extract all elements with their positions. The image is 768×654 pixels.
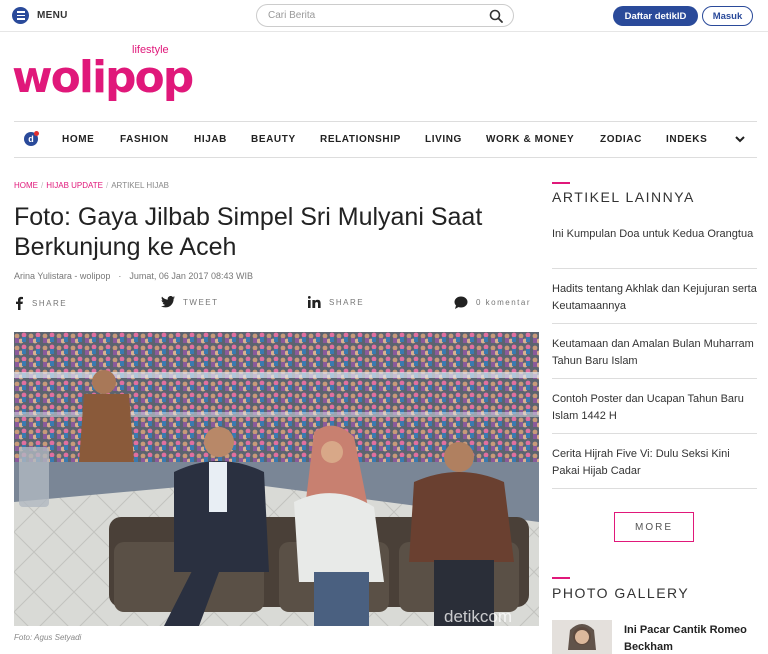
list-item[interactable]: Contoh Poster dan Ucapan Tahun Baru Isla… <box>552 379 757 434</box>
article-photo[interactable]: detikcom <box>14 332 539 626</box>
register-button[interactable]: Daftar detikID <box>613 6 698 26</box>
nav-item-zodiac[interactable]: ZODIAC <box>600 134 642 145</box>
other-articles-heading: ARTIKEL LAINNYA <box>552 189 695 205</box>
twitter-share-button[interactable]: TWEET <box>161 296 219 308</box>
menu-button[interactable]: MENU <box>12 7 68 24</box>
nav-item-hijab[interactable]: HIJAB <box>194 134 227 145</box>
nav-item-indeks[interactable]: INDEKS <box>666 134 707 145</box>
section-accent <box>552 577 570 579</box>
photo-watermark: detikcom <box>444 607 512 626</box>
facebook-icon <box>16 296 23 310</box>
twitter-icon <box>161 296 175 308</box>
login-button[interactable]: Masuk <box>702 6 753 26</box>
breadcrumb-hijab-update[interactable]: HIJAB UPDATE <box>46 181 103 190</box>
menu-label: MENU <box>37 10 68 21</box>
article-author[interactable]: Arina Yulistara - wolipop <box>14 271 110 281</box>
list-item[interactable]: Keutamaan dan Amalan Bulan Muharram Tahu… <box>552 324 757 379</box>
share-bar: SHARE TWEET SHARE 0 komentar <box>14 296 539 312</box>
comment-icon <box>454 296 468 309</box>
chevron-down-icon[interactable] <box>734 133 746 145</box>
nav-item-work-money[interactable]: WORK & MONEY <box>486 134 574 145</box>
list-item[interactable]: Cerita Hijrah Five Vi: Dulu Seksi Kini P… <box>552 434 757 489</box>
list-item[interactable]: Ini Kumpulan Doa untuk Kedua Orangtua <box>552 214 757 269</box>
nav-item-living[interactable]: LIVING <box>425 134 462 145</box>
comments-button[interactable]: 0 komentar <box>454 296 531 309</box>
breadcrumb-artikel-hijab[interactable]: ARTIKEL HIJAB <box>111 181 169 190</box>
detik-logo-icon[interactable]: d <box>24 131 39 146</box>
linkedin-share-label: SHARE <box>329 297 365 307</box>
main-nav: d HOME FASHION HIJAB BEAUTY RELATIONSHIP… <box>14 121 757 158</box>
nav-item-beauty[interactable]: BEAUTY <box>251 134 296 145</box>
section-accent <box>552 182 570 184</box>
twitter-share-label: TWEET <box>183 297 219 307</box>
search-placeholder: Cari Berita <box>268 10 316 21</box>
article-title: Foto: Gaya Jilbab Simpel Sri Mulyani Saa… <box>14 203 483 261</box>
facebook-share-label: SHARE <box>32 298 68 308</box>
more-button[interactable]: MORE <box>614 512 694 542</box>
search-input[interactable]: Cari Berita <box>256 4 514 27</box>
photo-caption: Foto: Agus Setyadi <box>14 633 82 642</box>
gallery-item-title[interactable]: Ini Pacar Cantik Romeo Beckham <box>624 622 754 654</box>
nav-item-relationship[interactable]: RELATIONSHIP <box>320 134 401 145</box>
photo-gallery-heading: PHOTO GALLERY <box>552 585 690 601</box>
comments-count: 0 komentar <box>476 298 532 307</box>
linkedin-share-button[interactable]: SHARE <box>308 296 364 308</box>
hamburger-icon <box>12 7 29 24</box>
logo-wordmark: wolipop <box>12 52 194 103</box>
gallery-thumbnail[interactable] <box>552 620 612 654</box>
search-icon[interactable] <box>489 9 503 23</box>
nav-item-home[interactable]: HOME <box>62 134 94 145</box>
facebook-share-button[interactable]: SHARE <box>14 296 67 310</box>
other-articles-list: Ini Kumpulan Doa untuk Kedua Orangtua Ha… <box>552 214 757 489</box>
list-item[interactable]: Hadits tentang Akhlak dan Kejujuran sert… <box>552 269 757 324</box>
wolipop-logo[interactable]: wolipop lifestyle <box>12 44 202 104</box>
article-date: Jumat, 06 Jan 2017 08:43 WIB <box>129 271 253 281</box>
top-bar: MENU Cari Berita Daftar detikID Masuk <box>0 0 768 32</box>
logo-subtitle: lifestyle <box>132 44 169 56</box>
article-photo-illustration: detikcom <box>14 332 539 626</box>
breadcrumb: HOME / HIJAB UPDATE / ARTIKEL HIJAB <box>14 181 170 190</box>
nav-item-fashion[interactable]: FASHION <box>120 134 169 145</box>
article-meta: Arina Yulistara - wolipop · Jumat, 06 Jan … <box>14 271 253 281</box>
linkedin-icon <box>308 296 321 308</box>
breadcrumb-home[interactable]: HOME <box>14 181 38 190</box>
